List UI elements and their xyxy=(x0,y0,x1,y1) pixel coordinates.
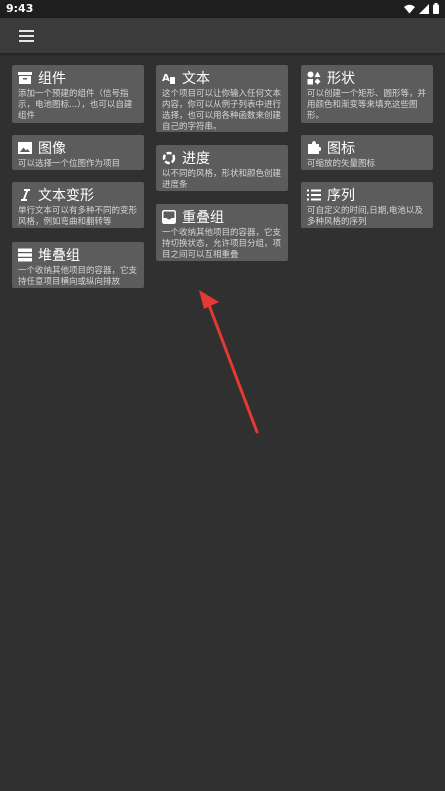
card-description: 可缩放的矢量图标 xyxy=(307,159,376,169)
status-bar: 9:43 xyxy=(0,0,445,18)
card-overlap[interactable]: 重叠组 一个收纳其他项目的容器，它支持切换状态，允许项目分组，项目之间可以互相重… xyxy=(156,204,288,261)
status-icons xyxy=(404,3,439,14)
card-description: 可自定义的时间,日期,电池以及多种风格的序列 xyxy=(307,206,423,227)
card-text-transform[interactable]: 文本变形 单行文本可以有多种不同的变形风格，例如弯曲和翻转等 xyxy=(12,182,144,228)
menu-button[interactable] xyxy=(19,30,34,42)
card-title: 形状 xyxy=(327,71,355,87)
card-description: 可以创建一个矩形、圆形等，并用颜色和渐变等来填充这些图形。 xyxy=(307,89,427,121)
wifi-icon xyxy=(404,4,415,13)
puzzle-icon xyxy=(308,141,321,154)
card-icon[interactable]: 图标 可缩放的矢量图标 xyxy=(301,135,433,170)
card-title: 序列 xyxy=(327,188,355,204)
app-toolbar xyxy=(0,18,445,53)
card-title: 重叠组 xyxy=(182,210,224,226)
signal-icon xyxy=(419,3,429,14)
menu-line-icon xyxy=(19,35,34,37)
archive-icon xyxy=(18,72,32,84)
card-text[interactable]: A 文本 这个项目可以让你输入任何文本内容，你可以从例子列表中进行选择，也可以用… xyxy=(156,65,288,132)
italic-text-icon xyxy=(21,189,30,201)
status-time: 9:43 xyxy=(6,2,34,15)
card-sequence[interactable]: 序列 可自定义的时间,日期,电池以及多种风格的序列 xyxy=(301,182,433,228)
image-icon xyxy=(18,142,32,154)
card-stack[interactable]: 堆叠组 一个收纳其他项目的容器，它支持任意项目横向或纵向排放 xyxy=(12,242,144,288)
card-description: 单行文本可以有多种不同的变形风格，例如弯曲和翻转等 xyxy=(18,206,138,227)
progress-icon xyxy=(162,151,176,165)
card-title: 文本 xyxy=(182,71,210,87)
card-title: 堆叠组 xyxy=(38,248,80,264)
card-title: 图像 xyxy=(38,141,66,157)
card-description: 添加一个预建的组件（信号指示，电池图标...），也可以自建组件 xyxy=(18,89,133,121)
card-progress[interactable]: 进度 以不同的风格，形状和颜色创建进度条 xyxy=(156,145,288,191)
card-description: 一个收纳其他项目的容器，它支持任意项目横向或纵向排放 xyxy=(18,266,138,287)
card-components[interactable]: 组件 添加一个预建的组件（信号指示，电池图标...），也可以自建组件 xyxy=(12,65,144,123)
battery-icon xyxy=(433,3,439,14)
card-description: 这个项目可以让你输入任何文本内容，你可以从例子列表中进行选择，也可以用各种函数来… xyxy=(162,89,282,132)
card-image[interactable]: 图像 可以选择一个位图作为项目 xyxy=(12,135,144,170)
card-title: 图标 xyxy=(327,141,355,157)
card-description: 以不同的风格，形状和颜色创建进度条 xyxy=(162,169,282,190)
card-title: 文本变形 xyxy=(38,188,94,204)
card-title: 进度 xyxy=(182,151,210,167)
card-title: 组件 xyxy=(38,71,66,87)
stack-icon xyxy=(18,248,32,262)
menu-line-icon xyxy=(19,40,34,42)
card-description: 可以选择一个位图作为项目 xyxy=(18,159,121,169)
svg-text:A: A xyxy=(162,73,170,84)
card-description: 一个收纳其他项目的容器，它支持切换状态，允许项目分组，项目之间可以互相重叠 xyxy=(162,228,282,260)
card-shape[interactable]: 形状 可以创建一个矩形、圆形等，并用颜色和渐变等来填充这些图形。 xyxy=(301,65,433,123)
list-icon xyxy=(307,189,321,201)
inbox-icon xyxy=(162,210,176,224)
menu-line-icon xyxy=(19,30,34,32)
text-format-icon: A xyxy=(162,73,175,84)
shapes-icon xyxy=(307,71,321,85)
